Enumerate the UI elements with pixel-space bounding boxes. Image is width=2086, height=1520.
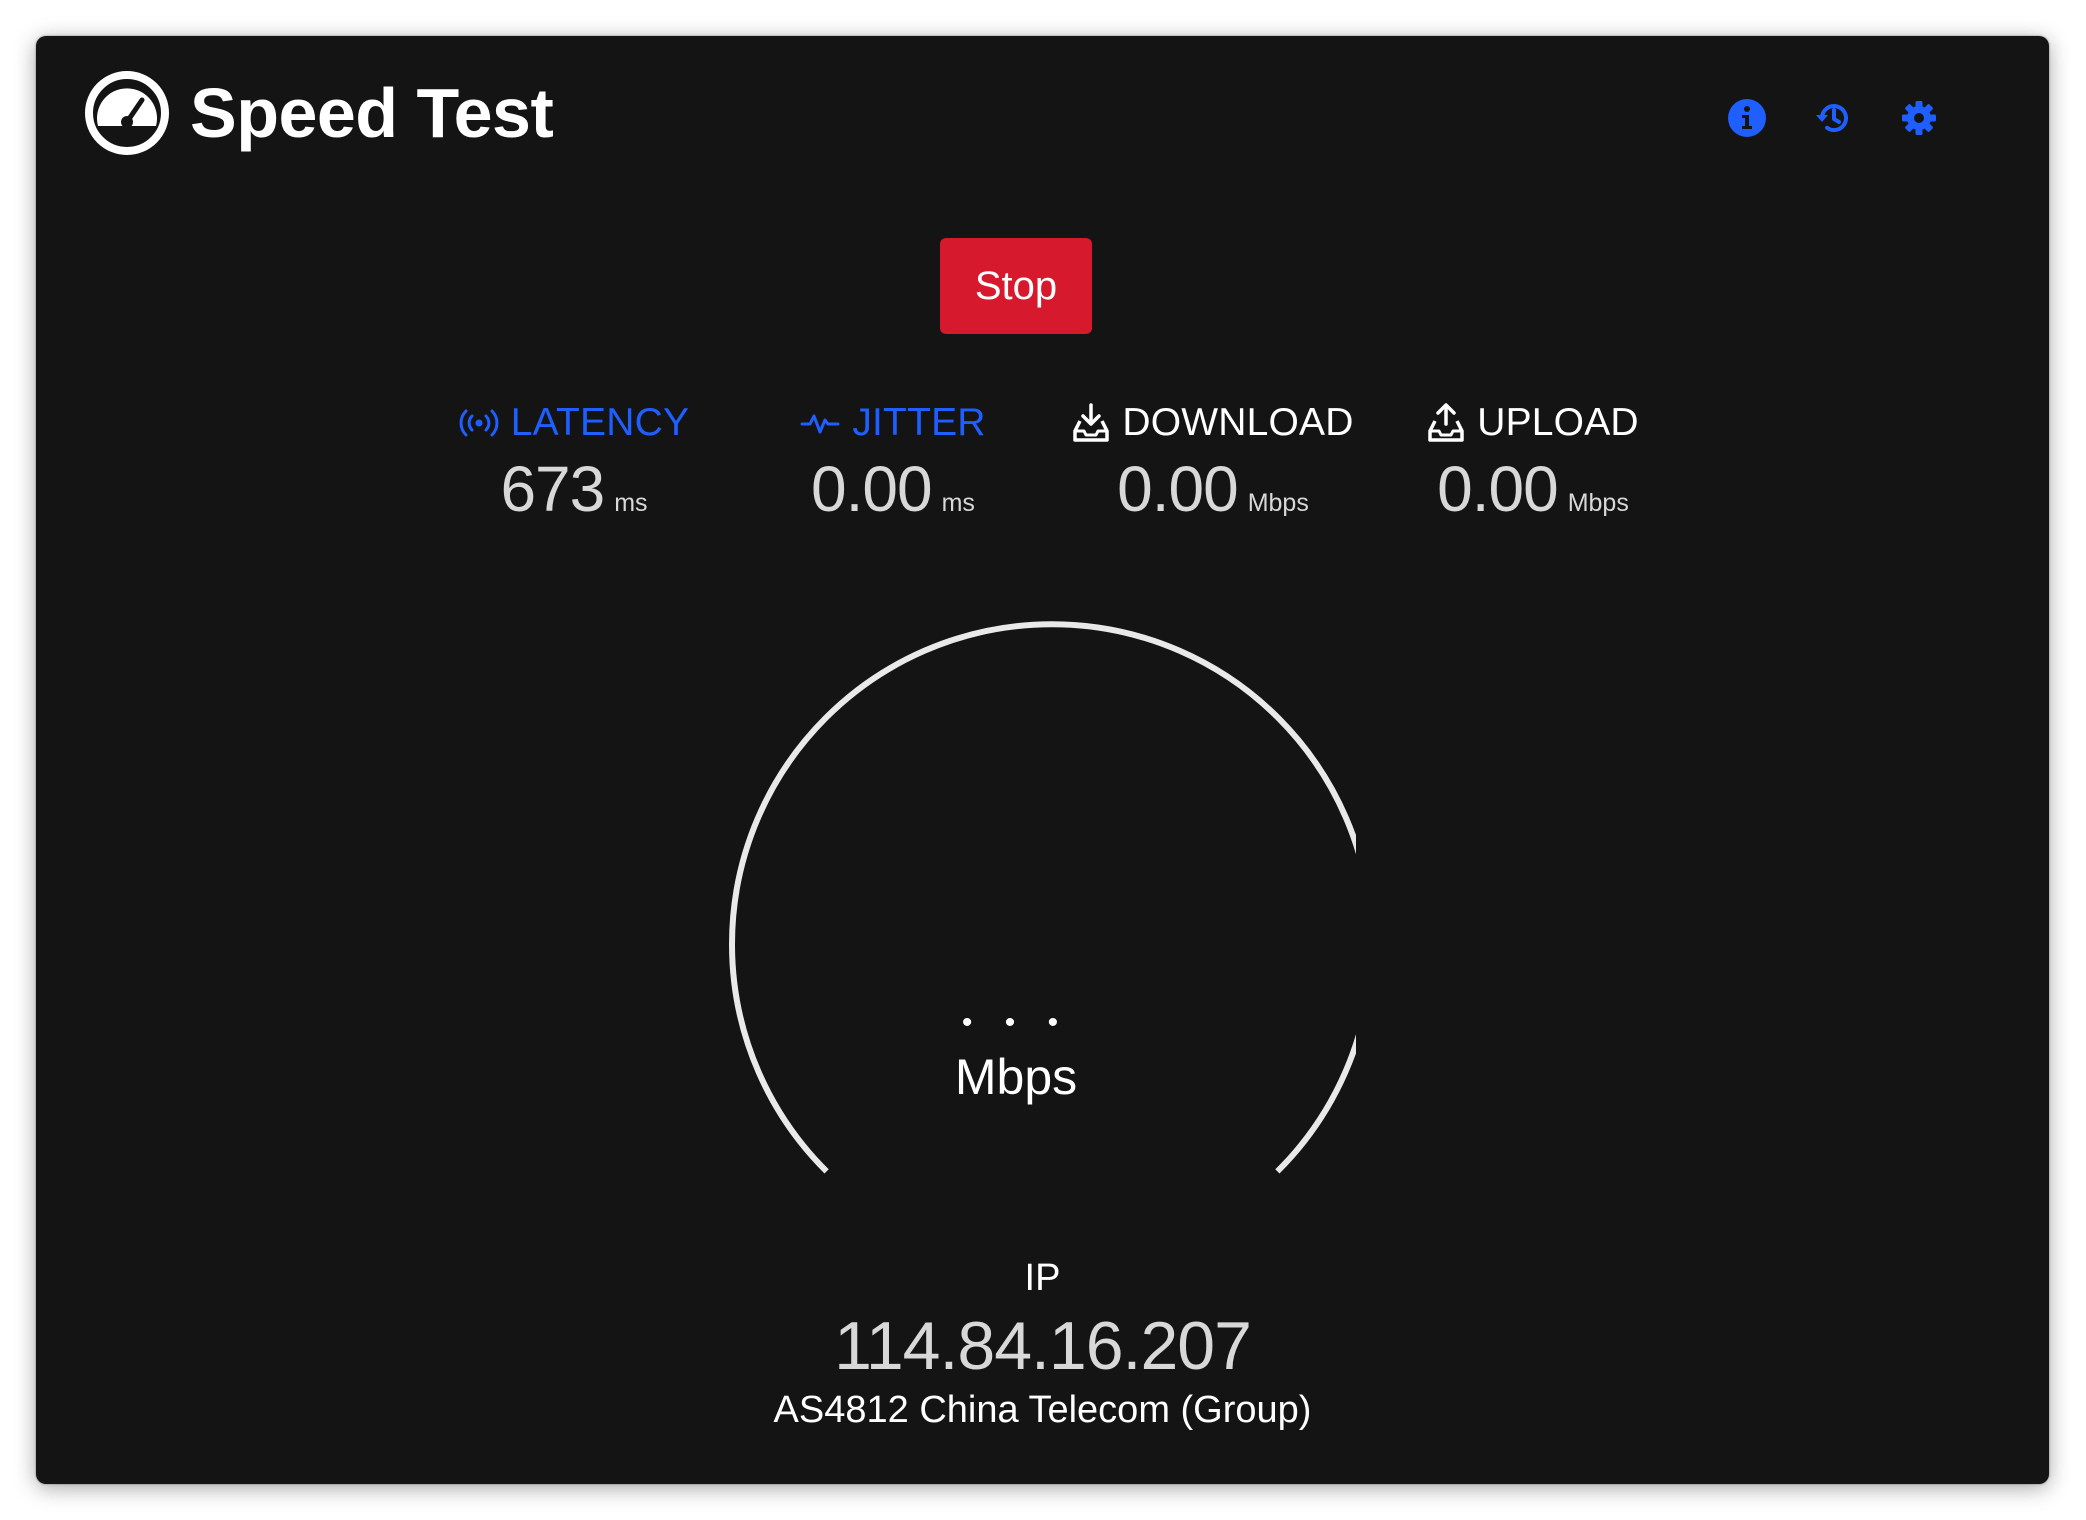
app-title: Speed Test bbox=[190, 74, 554, 152]
metric-jitter-header: JITTER bbox=[733, 398, 1053, 448]
history-button[interactable] bbox=[1813, 98, 1853, 138]
brand: Speed Test bbox=[84, 68, 554, 158]
speed-gauge: • • • Mbps bbox=[676, 616, 1356, 1236]
metric-jitter-reading: 0.00 ms bbox=[733, 452, 1053, 526]
download-tray-icon bbox=[1073, 403, 1110, 442]
metric-download-reading: 0.00 Mbps bbox=[1053, 452, 1373, 526]
metric-upload-label: UPLOAD bbox=[1477, 401, 1639, 444]
ip-address: 114.84.16.207 bbox=[834, 1307, 1252, 1384]
speedometer-logo-icon bbox=[85, 71, 169, 155]
metric-upload-unit: Mbps bbox=[1567, 489, 1629, 517]
metric-upload-reading: 0.00 Mbps bbox=[1373, 452, 1693, 526]
metric-download-unit: Mbps bbox=[1247, 489, 1309, 517]
metric-latency-value: 673 bbox=[500, 453, 605, 525]
info-icon bbox=[1728, 99, 1766, 137]
header-actions bbox=[1727, 98, 1939, 138]
metric-upload-header: UPLOAD bbox=[1373, 398, 1693, 448]
stop-button[interactable]: Stop bbox=[940, 238, 1092, 334]
metric-download-header: DOWNLOAD bbox=[1053, 398, 1373, 448]
gauge-unit: Mbps bbox=[954, 1049, 1078, 1105]
isp-name: AS4812 China Telecom (Group) bbox=[773, 1388, 1312, 1431]
metric-latency-reading: 673 ms bbox=[414, 452, 734, 526]
metric-latency: LATENCY 673 ms bbox=[414, 398, 734, 526]
metric-upload: UPLOAD 0.00 Mbps bbox=[1373, 398, 1693, 526]
pulse-icon bbox=[800, 414, 840, 434]
metric-upload-value: 0.00 bbox=[1437, 453, 1559, 525]
metric-jitter-label: JITTER bbox=[852, 401, 986, 444]
metric-download-value: 0.00 bbox=[1117, 453, 1239, 525]
metric-latency-header: LATENCY bbox=[414, 398, 734, 448]
app-window: Speed Test Stop LATENCY 673 ms JITTER 0.… bbox=[36, 36, 2049, 1484]
upload-tray-icon bbox=[1428, 403, 1464, 442]
gauge-arc bbox=[729, 621, 1356, 1174]
connection-info: IP 114.84.16.207 AS4812 China Telecom (G… bbox=[36, 1257, 2049, 1432]
signal-broadcast-icon bbox=[459, 409, 499, 437]
settings-button[interactable] bbox=[1899, 98, 1939, 138]
metric-jitter-unit: ms bbox=[941, 489, 975, 517]
metric-latency-label: LATENCY bbox=[510, 401, 690, 444]
history-icon bbox=[1816, 104, 1848, 133]
metric-download: DOWNLOAD 0.00 Mbps bbox=[1053, 398, 1373, 526]
metric-download-label: DOWNLOAD bbox=[1122, 401, 1354, 444]
gauge-value-placeholder: • • • bbox=[961, 1006, 1071, 1039]
ip-label: IP bbox=[1024, 1257, 1061, 1299]
metric-jitter-value: 0.00 bbox=[811, 453, 933, 525]
metric-latency-unit: ms bbox=[614, 489, 648, 517]
settings-gear-icon bbox=[1902, 101, 1936, 135]
metric-jitter: JITTER 0.00 ms bbox=[733, 398, 1053, 526]
info-button[interactable] bbox=[1727, 98, 1767, 138]
